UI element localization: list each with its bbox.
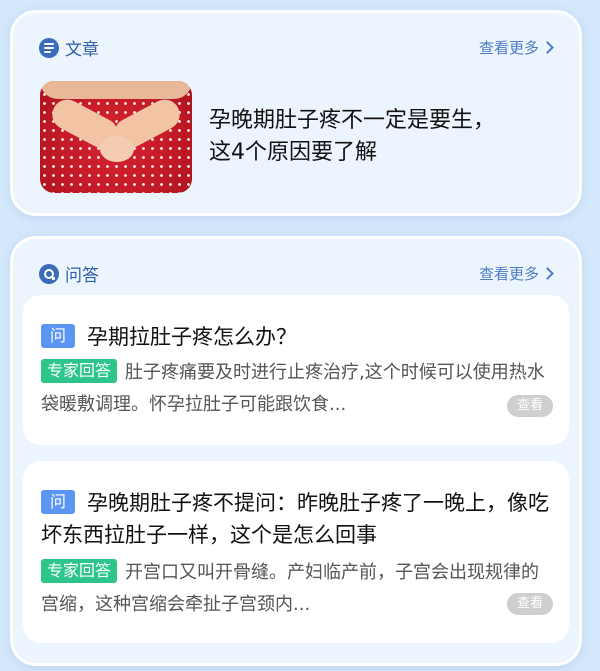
question-title: 问孕晚期肚子疼不提问：昨晚肚子疼了一晚上，像吃坏东西拉肚子一样，这个是怎么回事: [41, 487, 551, 551]
article-thumbnail[interactable]: [40, 81, 192, 193]
chevron-right-icon: [541, 267, 554, 280]
qa-more-label: 查看更多: [478, 265, 539, 283]
qa-section-title: 问答: [39, 261, 99, 286]
article-title-label: 文章: [65, 40, 99, 60]
question-text: 孕期拉肚子疼怎么办？: [87, 325, 297, 349]
article-section: 文章 查看更多 孕晚期肚子疼不一定是要生， 这4个原因要了解: [10, 10, 582, 216]
article-title-line1: 孕晚期肚子疼不一定是要生，: [209, 108, 496, 133]
article-more-label: 查看更多: [478, 39, 539, 57]
article-header: 文章 查看更多: [39, 31, 555, 63]
expert-answer-badge: 专家回答: [41, 559, 118, 583]
article-title-line2: 这4个原因要了解: [209, 140, 377, 165]
article-more-link[interactable]: 查看更多: [479, 37, 555, 58]
qa-header: 问答 查看更多: [39, 257, 555, 289]
view-button[interactable]: 查看: [507, 395, 553, 417]
qa-title-label: 问答: [65, 266, 99, 286]
qa-more-link[interactable]: 查看更多: [479, 263, 555, 284]
answer-preview: 专家回答 开宫口又叫开骨缝。产妇临产前，子宫会出现规律的宫缩，这种宫缩会牵扯子宫颈…: [41, 557, 551, 621]
question-title: 问孕期拉肚子疼怎么办？: [41, 321, 551, 353]
answer-preview: 专家回答 肚子疼痛要及时进行止疼治疗,这个时候可以使用热水袋暖敷调理。怀孕拉肚子可…: [41, 357, 551, 421]
question-tag: 问: [41, 324, 75, 348]
document-icon: [39, 37, 59, 58]
question-card[interactable]: 问孕晚期肚子疼不提问：昨晚肚子疼了一晚上，像吃坏东西拉肚子一样，这个是怎么回事 …: [23, 461, 569, 643]
article-title[interactable]: 孕晚期肚子疼不一定是要生， 这4个原因要了解: [209, 105, 549, 169]
view-button[interactable]: 查看: [507, 593, 553, 615]
question-card[interactable]: 问孕期拉肚子疼怎么办？ 专家回答 肚子疼痛要及时进行止疼治疗,这个时候可以使用热水…: [23, 295, 569, 445]
qa-section: 问答 查看更多 问孕期拉肚子疼怎么办？ 专家回答 肚子疼痛要及时进行止疼治疗,这个…: [10, 236, 582, 666]
expert-answer-badge: 专家回答: [41, 359, 118, 383]
question-text: 孕晚期肚子疼不提问：昨晚肚子疼了一晚上，像吃坏东西拉肚子一样，这个是怎么回事: [41, 491, 549, 547]
chevron-right-icon: [541, 41, 554, 54]
question-tag: 问: [41, 490, 75, 514]
article-section-title: 文章: [39, 35, 99, 60]
qa-bubble-icon: [39, 263, 59, 284]
